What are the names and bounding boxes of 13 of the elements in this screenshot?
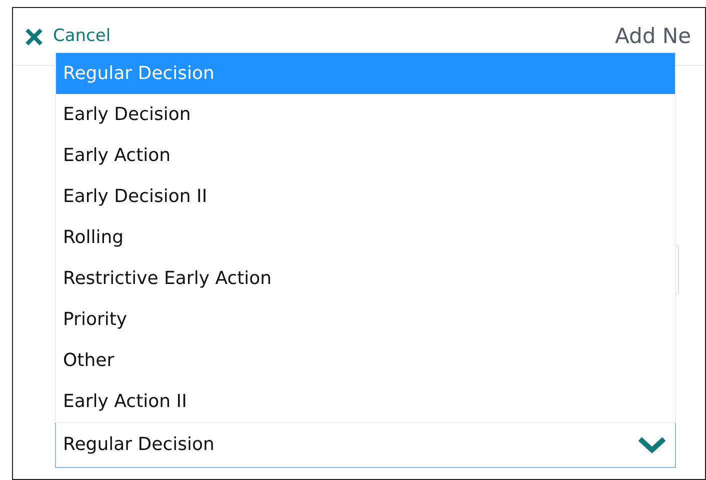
- dropdown-option[interactable]: Early Decision II: [56, 176, 675, 217]
- page-title: Add Ne: [615, 22, 691, 50]
- dropdown-option[interactable]: Early Decision: [56, 94, 675, 135]
- dropdown-option[interactable]: Priority: [56, 299, 675, 340]
- select-field[interactable]: Regular Decision: [55, 421, 676, 468]
- dropdown-option[interactable]: Early Action II: [56, 381, 675, 422]
- close-icon: [25, 28, 43, 46]
- dropdown-option[interactable]: Restrictive Early Action: [56, 258, 675, 299]
- dropdown-option[interactable]: Rolling: [56, 217, 675, 258]
- dropdown-option[interactable]: Other: [56, 340, 675, 381]
- chevron-down-icon: [637, 436, 667, 454]
- dropdown-option[interactable]: Early Action: [56, 135, 675, 176]
- cancel-button[interactable]: Cancel: [25, 24, 111, 50]
